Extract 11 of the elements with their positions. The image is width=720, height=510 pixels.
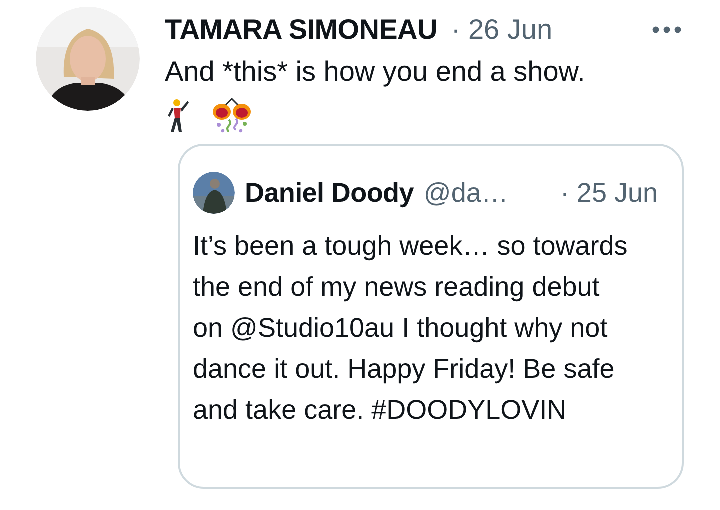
tweet-text: And *this* is how you end a show.	[165, 55, 586, 89]
tweet-text: It’s been a tough week… so towards the end of my news reading debut on @Studio10au I thought why not dance it out. Happy Friday! Be safe and take care. #DOODYLOVIN	[193, 230, 629, 427]
author-name: Daniel Doody	[245, 176, 414, 210]
confetti-icon	[211, 98, 253, 134]
tweet-time: · 25 Jun	[560, 176, 658, 210]
author-handle: @da…	[424, 176, 508, 210]
more-icon[interactable]	[652, 26, 682, 34]
quoted-tweet-card[interactable]: Daniel Doody @da… · 25 Jun It’s been a tough week… so towards the end of my news reading debut on @Studio10au I thought why not dance it out. Happy Friday! Be safe and take care. #DOODYLOVIN	[178, 144, 684, 489]
dancer-icon	[165, 99, 191, 133]
author-name: TAMARA SIMONEAU	[165, 12, 438, 46]
tweet-time: · 26 Jun	[451, 12, 553, 46]
